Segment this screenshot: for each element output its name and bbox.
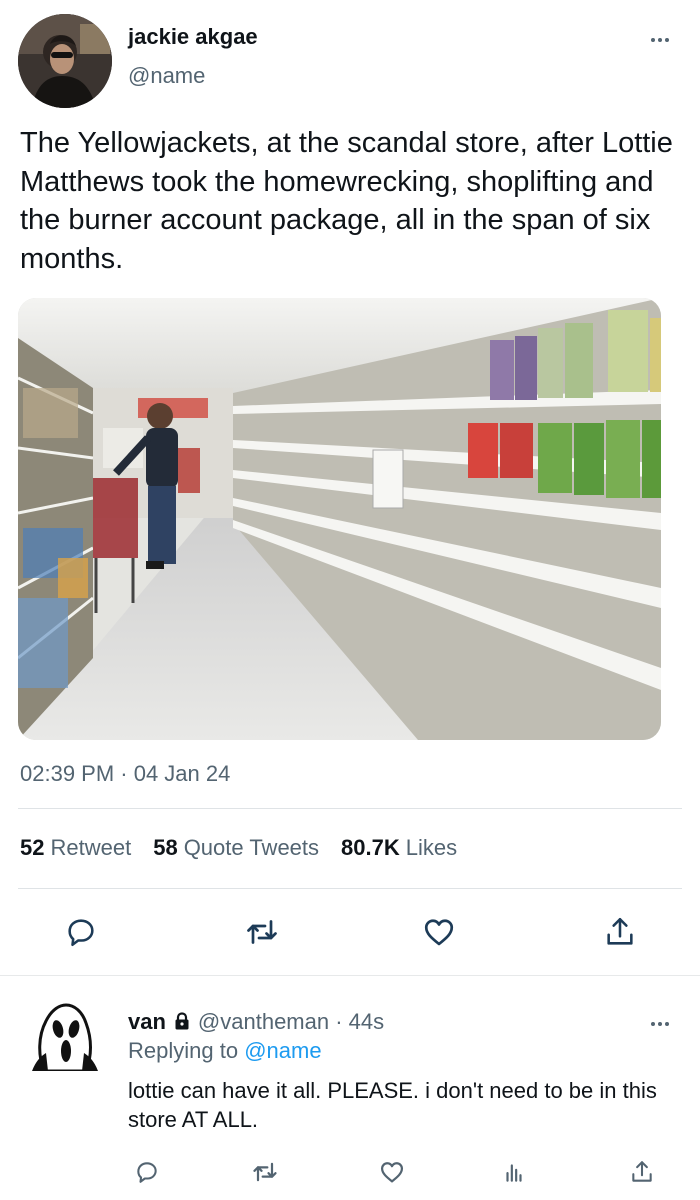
reply-text: lottie can have it all. PLEASE. i don't … (128, 1078, 657, 1132)
reply-author-avatar[interactable] (24, 1001, 106, 1071)
reply-time[interactable]: · 44s (335, 1009, 384, 1034)
tweet-text: The Yellowjackets, at the scandal store,… (20, 127, 673, 275)
share-icon[interactable] (620, 1150, 664, 1194)
quotes-stat[interactable]: 58 Quote Tweets (153, 835, 319, 861)
analytics-icon[interactable] (492, 1150, 536, 1194)
tweet-photo[interactable] (18, 298, 661, 740)
reply-tweet[interactable]: van @vantheman · 44s Replying to @name lo… (0, 976, 700, 1200)
reply-author-name[interactable]: van (128, 1009, 166, 1034)
tweet-stats: 52 Retweet 58 Quote Tweets 80.7K Likes (20, 835, 479, 861)
main-tweet[interactable]: jackie akgae @name The Yellowjackets, at… (0, 0, 700, 975)
more-options-icon[interactable] (648, 1012, 672, 1036)
tweet-action-bar (0, 910, 700, 956)
like-icon[interactable] (370, 1150, 414, 1194)
divider (18, 808, 682, 809)
replying-to: Replying to @name (128, 1038, 322, 1064)
retweets-count: 52 (20, 835, 45, 860)
share-icon[interactable] (598, 910, 642, 954)
tweet-timestamp[interactable]: 02:39 PM · 04 Jan 24 (20, 761, 230, 787)
reply-header: van @vantheman · 44s (128, 1009, 384, 1037)
author-name[interactable]: jackie akgae (128, 24, 258, 50)
reply-icon[interactable] (59, 910, 103, 954)
replying-prefix: Replying to (128, 1038, 239, 1063)
author-avatar[interactable] (18, 14, 112, 108)
likes-label: Likes (405, 835, 458, 860)
author-handle[interactable]: @name (128, 63, 205, 89)
likes-count: 80.7K (341, 835, 400, 860)
retweets-label: Retweet (50, 835, 132, 860)
more-options-icon[interactable] (648, 28, 672, 52)
lock-icon (172, 1011, 192, 1037)
quotes-label: Quote Tweets (183, 835, 320, 860)
retweet-icon[interactable] (243, 1150, 287, 1194)
divider (18, 888, 682, 889)
reply-author-handle[interactable]: @vantheman (198, 1009, 329, 1034)
like-icon[interactable] (417, 910, 461, 954)
reply-icon[interactable] (125, 1150, 169, 1194)
retweets-stat[interactable]: 52 Retweet (20, 835, 131, 861)
quotes-count: 58 (153, 835, 178, 860)
replying-to-mention[interactable]: @name (244, 1038, 321, 1063)
retweet-icon[interactable] (240, 910, 284, 954)
likes-stat[interactable]: 80.7K Likes (341, 835, 457, 861)
reply-action-bar (0, 1154, 700, 1194)
